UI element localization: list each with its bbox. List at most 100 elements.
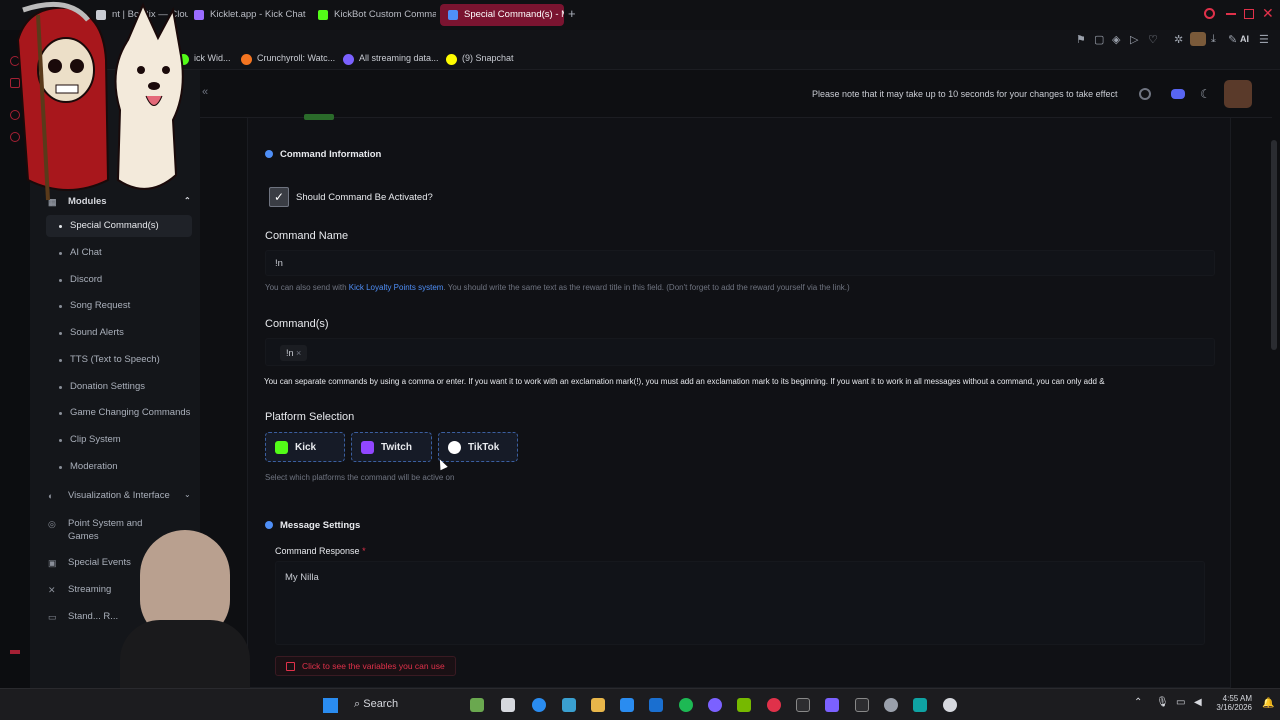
platform-selection-title: Platform Selection — [265, 411, 355, 423]
activate-checkbox[interactable]: ✓ — [269, 187, 289, 207]
tab-kickbot[interactable]: KickBot Custom Command — [310, 4, 436, 26]
sidebar-item-moderation[interactable]: Moderation — [46, 456, 192, 478]
clock[interactable]: 4:55 AM 3/16/2026 — [1214, 694, 1252, 712]
file-explorer-icon[interactable] — [591, 698, 605, 712]
sidebar-item-special-commands[interactable]: Special Command(s) — [46, 215, 192, 237]
extensions-icon[interactable]: ✲ — [1174, 33, 1183, 46]
tray-chevron-icon[interactable]: ⌃ — [1134, 697, 1142, 708]
sidebar-item-discord[interactable]: Discord — [46, 269, 192, 291]
kick-icon — [275, 441, 288, 454]
microphone-icon[interactable]: 🎙 — [1156, 697, 1169, 708]
close-icon[interactable]: ✕ — [1262, 5, 1274, 22]
external-link-icon — [286, 662, 295, 671]
network-icon[interactable]: ▭ — [1176, 697, 1185, 708]
palette-icon: ◐ — [48, 491, 54, 501]
sidebar-group-visualization[interactable]: ◐ Visualization & Interface ⌄ — [48, 490, 198, 501]
panel-icon[interactable] — [10, 650, 20, 654]
discord-taskbar-icon[interactable] — [708, 698, 722, 712]
bullet-icon — [59, 305, 62, 308]
collapse-sidebar-icon[interactable]: « — [202, 86, 208, 98]
nvidia-icon[interactable] — [737, 698, 751, 712]
widget-icon[interactable] — [470, 698, 484, 712]
shield-icon[interactable]: ◈ — [1112, 33, 1120, 46]
app-icon[interactable] — [796, 698, 810, 712]
bookmark-icon[interactable]: ⚑ — [1076, 33, 1086, 46]
search-icon[interactable] — [1204, 8, 1215, 19]
bookmark-favicon — [241, 54, 252, 65]
menu-icon[interactable]: ☰ — [1259, 33, 1269, 46]
task-view-icon[interactable] — [501, 698, 515, 712]
sidebar-item-label: Sound Alerts — [70, 327, 124, 338]
bullet-icon — [59, 386, 62, 389]
screenshot-icon[interactable]: ▢ — [1094, 33, 1104, 46]
outlook-icon[interactable] — [649, 698, 663, 712]
sidebar-item-label: Moderation — [70, 461, 118, 472]
variables-button[interactable]: Click to see the variables you can use — [275, 656, 456, 676]
sidebar-item-donation-settings[interactable]: Donation Settings — [46, 376, 192, 398]
bullet-icon — [59, 332, 62, 335]
start-icon[interactable] — [323, 698, 338, 713]
ai-button[interactable]: AI — [1240, 34, 1249, 44]
dark-mode-icon[interactable]: ☾ — [1200, 87, 1211, 101]
bullet-icon — [59, 412, 62, 415]
maximize-icon[interactable] — [1244, 9, 1254, 19]
bookmark-favicon — [446, 54, 457, 65]
command-response-textarea[interactable]: My Nilla — [275, 561, 1205, 645]
terminal-icon[interactable] — [913, 698, 927, 712]
app-icon[interactable] — [943, 698, 957, 712]
partial-badge — [304, 114, 334, 120]
commands-input[interactable]: !n × — [265, 338, 1215, 366]
user-avatar[interactable] — [1224, 80, 1252, 108]
chevron-down-icon: ⌄ — [184, 490, 191, 499]
download-icon[interactable]: ⤓ — [1211, 33, 1216, 46]
page-scrollbar[interactable] — [1271, 140, 1277, 350]
settings-icon[interactable] — [884, 698, 898, 712]
search-icon: ⌕ — [354, 698, 361, 710]
platform-tiktok-button[interactable]: TikTok — [438, 432, 518, 462]
taskbar-search[interactable]: ⌕ Search — [354, 698, 398, 711]
spotify-icon[interactable] — [679, 698, 693, 712]
volume-icon[interactable]: ◀ — [1194, 697, 1202, 708]
platform-twitch-button[interactable]: Twitch — [351, 432, 432, 462]
store-icon[interactable] — [620, 698, 634, 712]
profile-avatar[interactable] — [1190, 32, 1206, 46]
calendar-icon: ▣ — [48, 558, 57, 568]
bookmark-item[interactable]: (9) Snapchat — [446, 53, 514, 65]
platform-kick-button[interactable]: Kick — [265, 432, 345, 462]
bookmark-item[interactable]: Crunchyroll: Watc... — [241, 53, 335, 65]
bullet-icon — [59, 439, 62, 442]
notification-icon[interactable]: 🔔 — [1262, 698, 1274, 709]
heart-icon[interactable]: ♡ — [1148, 33, 1158, 46]
opera-icon[interactable] — [767, 698, 781, 712]
tag-remove-icon[interactable]: × — [296, 348, 301, 358]
bullet-icon — [59, 279, 62, 282]
tab-special-commands[interactable]: Special Command(s) - Mi — [440, 4, 564, 26]
command-tag-label: !n — [286, 348, 294, 358]
app-icon[interactable] — [825, 698, 839, 712]
sidebar-item-sound-alerts[interactable]: Sound Alerts — [46, 322, 192, 344]
sidebar-item-game-changing-commands[interactable]: Game Changing Commands — [46, 402, 192, 424]
sidebar-item-clip-system[interactable]: Clip System — [46, 429, 192, 451]
obs-icon[interactable] — [855, 698, 869, 712]
discord-icon[interactable] — [1171, 89, 1185, 99]
play-icon[interactable]: ▷ — [1130, 33, 1138, 46]
sidebar-item-song-request[interactable]: Song Request — [46, 295, 192, 317]
sidebar-item-tts[interactable]: TTS (Text to Speech) — [46, 349, 192, 371]
commands-help: You can separate commands by using a com… — [264, 377, 1105, 386]
new-tab-button[interactable]: + — [568, 6, 576, 21]
support-icon[interactable] — [1139, 88, 1151, 100]
tab-kicklet[interactable]: Kicklet.app - Kick Chatbot — [186, 4, 306, 26]
loyalty-points-link[interactable]: Kick Loyalty Points system — [349, 283, 444, 292]
command-name-input[interactable]: !n — [265, 250, 1215, 276]
tools-icon: ✕ — [48, 585, 56, 595]
minimize-icon[interactable] — [1226, 13, 1236, 15]
edge-icon[interactable] — [532, 698, 546, 712]
page-header: « Please note that it may take up to 10 … — [200, 70, 1272, 118]
coins-icon: ◎ — [48, 519, 56, 529]
sidebar-item-ai-chat[interactable]: AI Chat — [46, 242, 192, 264]
activate-label: Should Command Be Activated? — [296, 192, 433, 203]
app-icon[interactable] — [562, 698, 576, 712]
section-title: Command Information — [280, 149, 382, 160]
tools-icon[interactable]: ✎ — [1228, 33, 1237, 46]
bookmark-item[interactable]: All streaming data... — [343, 53, 439, 65]
